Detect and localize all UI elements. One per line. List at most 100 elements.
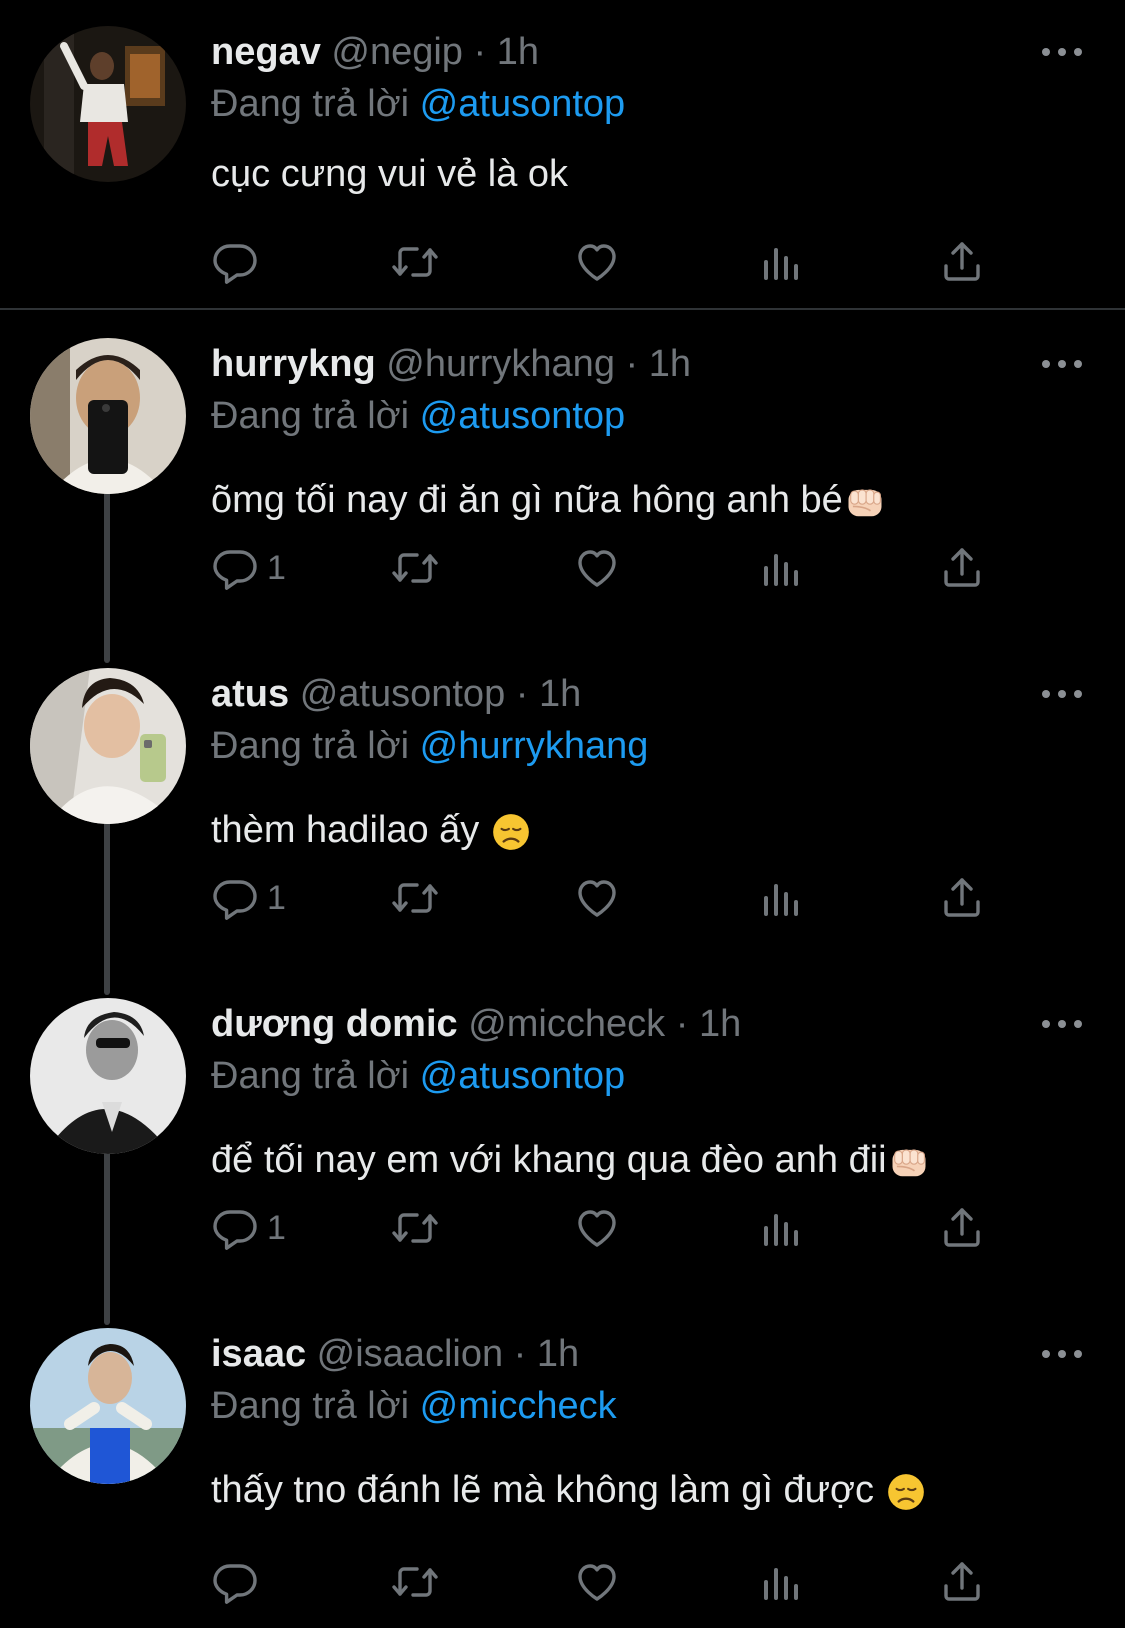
- thread-connector: [104, 818, 110, 995]
- timestamp[interactable]: 1h: [539, 673, 581, 715]
- tweet-text: õmg tối nay đi ăn gì nữa hông anh bé: [211, 472, 887, 528]
- retweet-button[interactable]: [391, 1202, 439, 1254]
- reply-button[interactable]: [211, 1556, 267, 1608]
- handle[interactable]: @negip: [331, 31, 463, 73]
- tweet-text-content: thèm hadilao ấy: [211, 809, 490, 851]
- share-icon: [938, 1204, 986, 1252]
- replying-to: Đang trả lời @hurrykhang: [211, 720, 648, 772]
- reply-icon: [211, 1558, 259, 1606]
- avatar[interactable]: [30, 998, 186, 1154]
- handle[interactable]: @atusontop: [300, 673, 506, 715]
- tweet-text: để tối nay em với khang qua đèo anh đii: [211, 1132, 931, 1188]
- disappointed-face-icon: [885, 1471, 927, 1513]
- share-button[interactable]: [938, 236, 986, 288]
- tweet-text-content: để tối nay em với khang qua đèo anh đii: [211, 1139, 887, 1181]
- more-options-icon[interactable]: [1040, 1344, 1084, 1364]
- tweet-text: thèm hadilao ấy: [211, 802, 532, 858]
- views-icon: [756, 238, 804, 286]
- reply-mention-link[interactable]: @hurrykhang: [420, 725, 649, 767]
- action-bar: [211, 236, 1011, 288]
- timestamp[interactable]: 1h: [537, 1333, 579, 1375]
- reply-prefix: Đang trả lời: [211, 1055, 410, 1097]
- retweet-icon: [391, 1204, 439, 1252]
- reply-button[interactable]: 1: [211, 542, 286, 594]
- share-button[interactable]: [938, 1202, 986, 1254]
- divider: [0, 308, 1125, 310]
- more-options-icon[interactable]: [1040, 684, 1084, 704]
- disappointed-face-icon: [490, 811, 532, 853]
- handle[interactable]: @hurrykhang: [386, 343, 615, 385]
- more-options-icon[interactable]: [1040, 1014, 1084, 1034]
- retweet-button[interactable]: [391, 872, 439, 924]
- avatar[interactable]: [30, 668, 186, 824]
- reply-button[interactable]: 1: [211, 1202, 286, 1254]
- avatar[interactable]: [30, 1328, 186, 1484]
- more-options-icon[interactable]: [1040, 42, 1084, 62]
- tweet-header: dương domic @miccheck · 1h: [211, 998, 741, 1050]
- views-button[interactable]: [756, 872, 804, 924]
- timestamp[interactable]: 1h: [699, 1003, 741, 1045]
- reply-mention-link[interactable]: @miccheck: [420, 1385, 617, 1427]
- reply-icon: [211, 544, 259, 592]
- share-button[interactable]: [938, 542, 986, 594]
- reply-mention-link[interactable]: @atusontop: [420, 83, 626, 125]
- views-button[interactable]: [756, 236, 804, 288]
- tweet-header: isaac @isaaclion · 1h: [211, 1328, 579, 1380]
- share-button[interactable]: [938, 872, 986, 924]
- tweet-text-content: õmg tối nay đi ăn gì nữa hông anh bé: [211, 479, 843, 521]
- action-bar: 1: [211, 542, 1011, 594]
- retweet-icon: [391, 874, 439, 922]
- views-button[interactable]: [756, 542, 804, 594]
- like-button[interactable]: [573, 236, 621, 288]
- tweet-text-content: cục cưng vui vẻ là ok: [211, 153, 569, 195]
- reply-button[interactable]: 1: [211, 872, 286, 924]
- reply-count: 1: [267, 1208, 286, 1247]
- tweet-text-content: thấy tno đánh lẽ mà không làm gì được: [211, 1469, 885, 1511]
- thread-connector: [104, 488, 110, 663]
- tweet-header: negav @negip · 1h: [211, 26, 539, 78]
- thread-connector: [104, 1148, 110, 1325]
- like-icon: [573, 544, 621, 592]
- reply-count: 1: [267, 548, 286, 587]
- reply-mention-link[interactable]: @atusontop: [420, 1055, 626, 1097]
- views-button[interactable]: [756, 1556, 804, 1608]
- timestamp[interactable]: 1h: [649, 343, 691, 385]
- views-icon: [756, 1558, 804, 1606]
- like-icon: [573, 1204, 621, 1252]
- avatar[interactable]: [30, 26, 186, 182]
- display-name[interactable]: hurrykng: [211, 343, 376, 385]
- reply-prefix: Đang trả lời: [211, 1385, 410, 1427]
- more-options-icon[interactable]: [1040, 354, 1084, 374]
- retweet-button[interactable]: [391, 1556, 439, 1608]
- reply-prefix: Đang trả lời: [211, 83, 410, 125]
- reply-prefix: Đang trả lời: [211, 725, 410, 767]
- reply-mention-link[interactable]: @atusontop: [420, 395, 626, 437]
- share-button[interactable]: [938, 1556, 986, 1608]
- reply-button[interactable]: [211, 236, 267, 288]
- share-icon: [938, 544, 986, 592]
- display-name[interactable]: dương domic: [211, 1003, 458, 1045]
- handle[interactable]: @isaaclion: [317, 1333, 503, 1375]
- replying-to: Đang trả lời @atusontop: [211, 1050, 625, 1102]
- action-bar: 1: [211, 872, 1011, 924]
- retweet-button[interactable]: [391, 236, 439, 288]
- like-button[interactable]: [573, 542, 621, 594]
- action-bar: 1: [211, 1202, 1011, 1254]
- views-button[interactable]: [756, 1202, 804, 1254]
- avatar[interactable]: [30, 338, 186, 494]
- replying-to: Đang trả lời @miccheck: [211, 1380, 617, 1432]
- like-button[interactable]: [573, 872, 621, 924]
- display-name[interactable]: negav: [211, 31, 321, 73]
- like-button[interactable]: [573, 1556, 621, 1608]
- timestamp[interactable]: 1h: [497, 31, 539, 73]
- reply-prefix: Đang trả lời: [211, 395, 410, 437]
- reply-icon: [211, 1204, 259, 1252]
- fist-icon: [887, 1140, 931, 1184]
- display-name[interactable]: isaac: [211, 1333, 306, 1375]
- display-name[interactable]: atus: [211, 673, 289, 715]
- separator: ·: [473, 31, 487, 73]
- like-button[interactable]: [573, 1202, 621, 1254]
- handle[interactable]: @miccheck: [468, 1003, 665, 1045]
- retweet-button[interactable]: [391, 542, 439, 594]
- separator: ·: [675, 1003, 689, 1045]
